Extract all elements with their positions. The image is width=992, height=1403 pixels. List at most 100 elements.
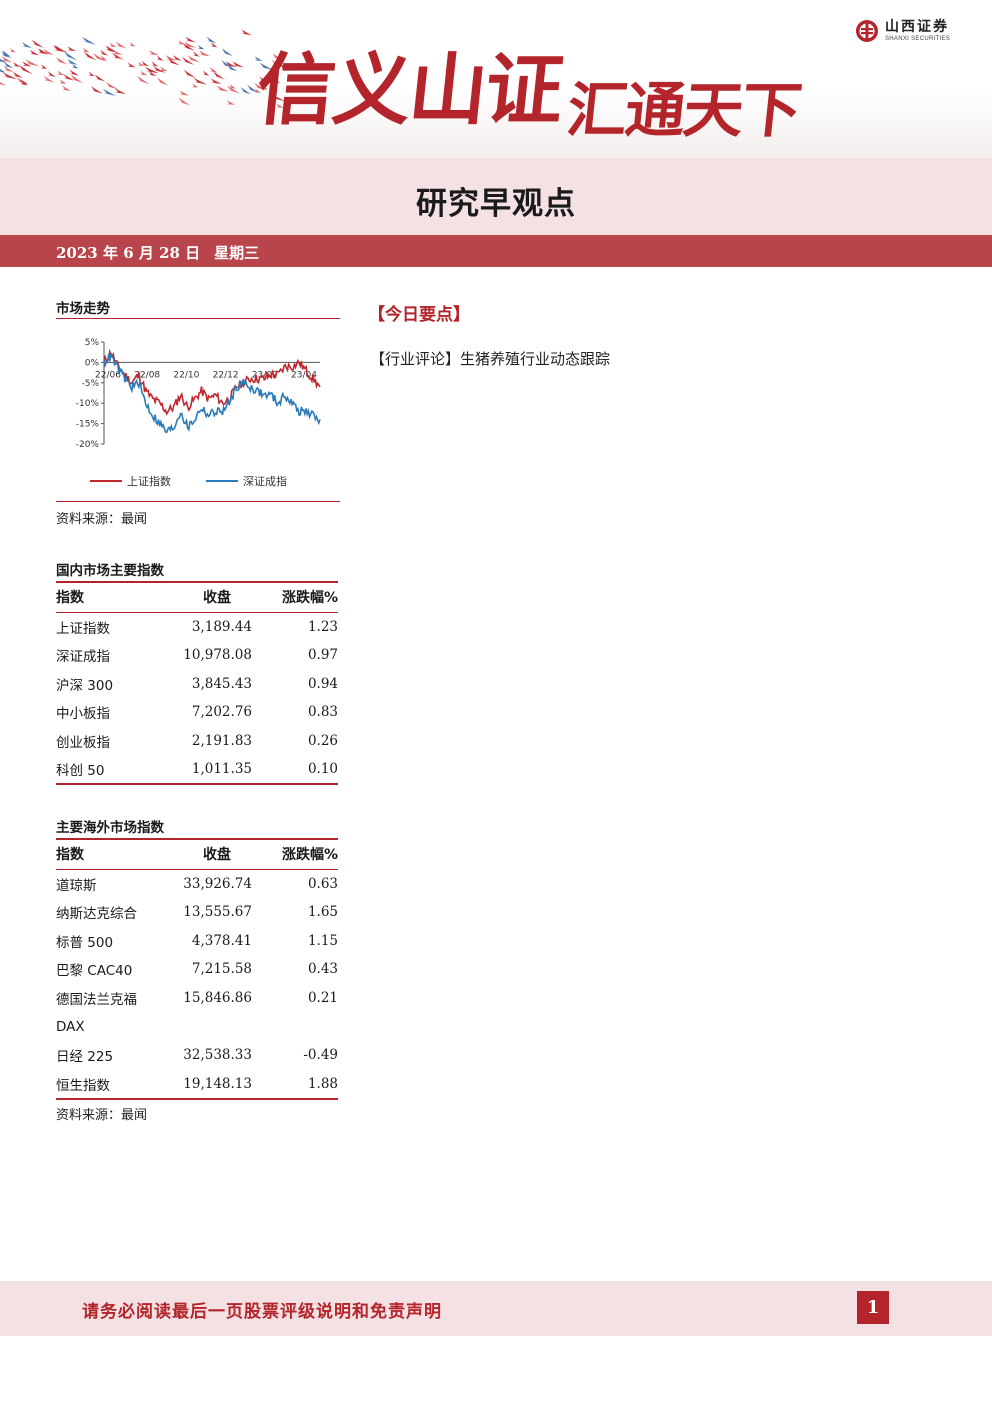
- close-cell: 3,189.44: [191, 618, 252, 635]
- dart-shape: [90, 86, 103, 94]
- change-cell: 0.63: [307, 875, 338, 892]
- dart-shape: [41, 64, 48, 69]
- col-header-change: 涨跌幅%: [281, 590, 338, 607]
- company-logo: 山西证券 SHANXI SECURITIES: [855, 17, 950, 45]
- change-cell: 0.83: [307, 704, 338, 721]
- today-highlights-title: 【今日要点】: [368, 305, 470, 325]
- dart-shape: [105, 82, 119, 90]
- dart-shape: [10, 47, 16, 53]
- dart-shape: [0, 82, 7, 86]
- x-tick-label: 22/06: [95, 370, 121, 380]
- dart-shape: [206, 36, 217, 44]
- dart-shape: [16, 77, 28, 84]
- overseas-indices-title: 主要海外市场指数: [56, 820, 164, 836]
- col-header-index: 指数: [56, 847, 84, 864]
- y-tick-label: 5%: [85, 338, 100, 348]
- trend-chart-svg: 5%0%-5%-10%-15%-20%22/06 22/08 22/10 22/12 2…: [76, 338, 321, 488]
- col-header-close: 收盘: [203, 590, 231, 607]
- dart-shape: [203, 70, 210, 76]
- footer-disclaimer: 请务必阅读最后一页股票评级说明和免责声明: [82, 1302, 442, 1322]
- dart-shape: [127, 62, 136, 68]
- dart-shape: [72, 63, 79, 69]
- dart-shape: [67, 46, 77, 52]
- dart-shape: [3, 66, 14, 72]
- close-cell: 1,011.35: [191, 761, 252, 778]
- x-tick-label: 22/10: [173, 370, 199, 380]
- col-header-index: 指数: [56, 590, 84, 607]
- dart-shape: [151, 61, 159, 67]
- dart-shape: [114, 88, 126, 94]
- dart-shape: [160, 66, 168, 72]
- dart-shape: [84, 51, 97, 61]
- close-cell: 32,538.33: [183, 1047, 252, 1064]
- change-cell: -0.49: [303, 1047, 338, 1064]
- section-divider: [56, 318, 340, 319]
- dart-shape: [179, 90, 190, 96]
- dart-shape: [29, 49, 40, 56]
- header-banner: 信义山证汇通天下 山西证券 SHANXI SECURITIES: [0, 0, 992, 158]
- dart-shape: [57, 70, 65, 76]
- dart-shape: [197, 44, 205, 50]
- overseas-indices-table: 指数 收盘 涨跌幅% 道琼斯 33,926.74 0.63 纳斯达克综合 13,555.…: [56, 840, 338, 1100]
- dart-shape: [13, 61, 21, 67]
- dart-shape: [212, 71, 225, 80]
- table-row: 深证成指 10,978.08 0.97: [56, 641, 338, 670]
- index-name-cell: 恒生指数: [56, 1077, 110, 1094]
- close-cell: 4,378.41: [191, 932, 252, 949]
- legend-label: 深证成指: [243, 474, 287, 488]
- dart-shape: [226, 100, 236, 105]
- dart-shape: [210, 42, 218, 48]
- dart-shape: [185, 36, 196, 43]
- col-header-change: 涨跌幅%: [281, 847, 338, 864]
- y-tick-label: -20%: [76, 440, 100, 450]
- change-cell: 0.94: [307, 675, 338, 692]
- close-cell: 19,148.13: [183, 1075, 252, 1092]
- close-cell: 13,555.67: [183, 904, 252, 921]
- dart-shape: [88, 71, 95, 77]
- dart-shape: [43, 75, 55, 83]
- domestic-indices-title: 国内市场主要指数: [56, 563, 164, 579]
- change-cell: 0.26: [307, 733, 338, 750]
- close-cell: 3,845.43: [191, 675, 252, 692]
- dart-shape: [156, 55, 164, 61]
- dart-shape: [109, 42, 117, 48]
- y-tick-label: -10%: [76, 399, 100, 409]
- table-row: 德国法兰克福 15,846.86 0.21: [56, 984, 338, 1013]
- highlight-item[interactable]: 【行业评论】生猪养殖行业动态跟踪: [370, 348, 610, 369]
- chart-source: 资料来源：最闻: [56, 512, 148, 527]
- dart-shape: [183, 69, 196, 79]
- y-tick-label: 0%: [85, 358, 100, 368]
- close-cell: 2,191.83: [191, 733, 252, 750]
- legend-label: 上证指数: [127, 474, 171, 488]
- close-cell: 7,215.58: [191, 961, 252, 978]
- index-name-cell: 德国法兰克福: [56, 992, 137, 1009]
- change-cell: 0.21: [307, 990, 338, 1007]
- dart-shape: [137, 75, 150, 85]
- table-row: 沪深 300 3,845.43 0.94: [56, 669, 338, 698]
- table-header-row: 指数 收盘 涨跌幅%: [56, 583, 338, 612]
- y-tick-label: -15%: [76, 420, 100, 430]
- col-header-close: 收盘: [203, 847, 231, 864]
- dart-shape: [63, 51, 78, 61]
- index-name-cell: 上证指数: [56, 620, 110, 637]
- weekday: 星期三: [214, 244, 260, 262]
- index-name-cell: 深证成指: [56, 649, 110, 666]
- dart-shape: [12, 71, 23, 78]
- report-date: 2023 年 6 月 28 日星期三: [56, 242, 259, 263]
- change-cell: 0.97: [307, 647, 338, 664]
- dart-shape: [47, 71, 56, 78]
- market-trend-chart: 5% 0% -5% -10% -15% -20% 22/06 22/08 22/10 22/12 2…: [56, 326, 340, 496]
- index-name-cell: 巴黎 CAC40: [56, 963, 133, 980]
- dart-shape: [226, 85, 240, 94]
- index-name-cell: 日经 225: [56, 1049, 114, 1066]
- page-number: 1: [857, 1291, 889, 1324]
- market-trend-title: 市场走势: [56, 301, 110, 317]
- dart-shape: [115, 41, 127, 49]
- table-row: 纳斯达克综合 13,555.67 1.65: [56, 898, 338, 927]
- logo-mark-icon: [856, 20, 878, 42]
- dart-shape: [31, 39, 44, 48]
- table-header-row: 指数 收盘 涨跌幅%: [56, 840, 338, 869]
- dart-shape: [102, 88, 116, 96]
- dart-shape: [192, 83, 199, 88]
- index-name-cell: 沪深 300: [56, 677, 114, 694]
